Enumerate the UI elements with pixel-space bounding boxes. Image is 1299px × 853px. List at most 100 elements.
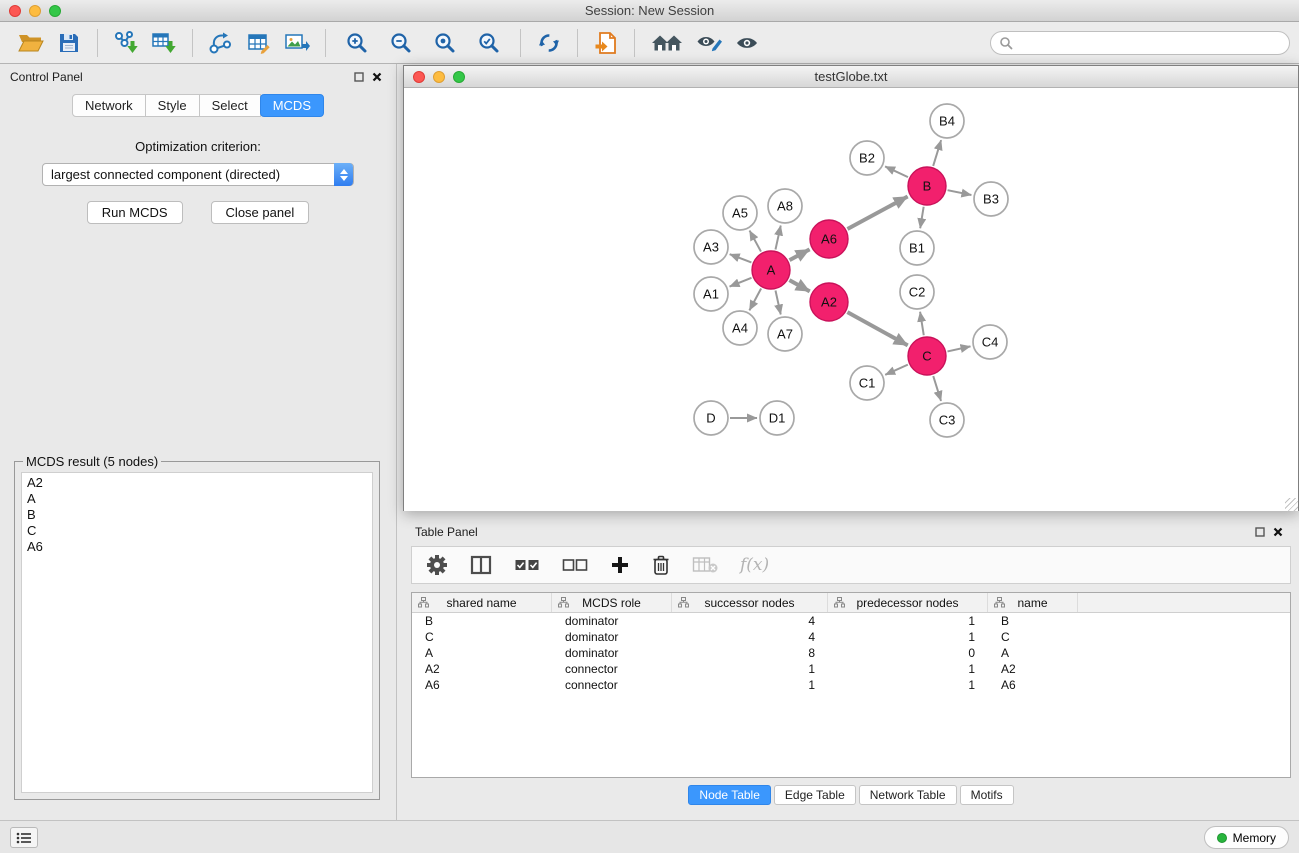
mcds-result-item[interactable]: A [27, 491, 367, 507]
edge-C-C2[interactable] [920, 312, 924, 335]
node-A2[interactable]: A2 [810, 283, 848, 321]
node-A4[interactable]: A4 [723, 311, 757, 345]
edge-A-A6[interactable] [790, 249, 810, 260]
memory-button[interactable]: Memory [1204, 826, 1289, 849]
float-table-panel-button[interactable] [1251, 525, 1269, 539]
close-panel-button[interactable] [368, 70, 386, 84]
node-B2[interactable]: B2 [850, 141, 884, 175]
node-A6[interactable]: A6 [810, 220, 848, 258]
open-file-button[interactable] [12, 25, 50, 61]
select-all-checks-button[interactable] [514, 558, 540, 572]
table-row[interactable]: Bdominator41B [412, 613, 1290, 629]
edge-C-C3[interactable] [933, 376, 941, 401]
node-C3[interactable]: C3 [930, 403, 964, 437]
edge-B-B2[interactable] [885, 166, 908, 177]
node-C[interactable]: C [908, 337, 946, 375]
edge-A-A3[interactable] [730, 254, 752, 262]
node-A3[interactable]: A3 [694, 230, 728, 264]
edit-table-button[interactable] [240, 25, 278, 61]
new-network-button[interactable] [202, 25, 240, 61]
optimization-select[interactable]: largest connected component (directed) [42, 163, 354, 186]
tab-network-table[interactable]: Network Table [859, 785, 957, 805]
tab-node-table[interactable]: Node Table [688, 785, 771, 805]
zoom-fit-button[interactable] [423, 25, 467, 61]
home-views-button[interactable] [644, 25, 690, 61]
zoom-out-button[interactable] [379, 25, 423, 61]
mcds-result-item[interactable]: A2 [27, 475, 367, 491]
node-D1[interactable]: D1 [760, 401, 794, 435]
edge-A-A4[interactable] [749, 289, 761, 311]
table-row[interactable]: Cdominator41C [412, 629, 1290, 645]
node-A7[interactable]: A7 [768, 317, 802, 351]
edge-A2-C[interactable] [847, 312, 907, 345]
node-A1[interactable]: A1 [694, 277, 728, 311]
node-B3[interactable]: B3 [974, 182, 1008, 216]
edge-B-B1[interactable] [920, 207, 923, 229]
mcds-result-item[interactable]: A6 [27, 539, 367, 555]
edge-B-B4[interactable] [933, 140, 941, 166]
zoom-in-button[interactable] [335, 25, 379, 61]
zoom-window-button[interactable] [49, 5, 61, 17]
delete-row-button[interactable] [652, 554, 670, 576]
function-builder-button[interactable]: f(x) [740, 555, 769, 575]
table-settings-button[interactable] [426, 554, 448, 576]
node-B1[interactable]: B1 [900, 231, 934, 265]
window-resize-grip[interactable] [1285, 498, 1298, 511]
edge-A-A2[interactable] [789, 280, 809, 291]
node-C4[interactable]: C4 [973, 325, 1007, 359]
close-panel-action-button[interactable]: Close panel [211, 201, 310, 224]
table-row[interactable]: A2connector11A2 [412, 661, 1290, 677]
edge-A-A1[interactable] [730, 278, 752, 287]
column-header-name[interactable]: name [988, 593, 1078, 612]
tab-style[interactable]: Style [145, 94, 200, 117]
minimize-window-button[interactable] [29, 5, 41, 17]
table-row[interactable]: A6connector11A6 [412, 677, 1290, 693]
float-panel-button[interactable] [350, 70, 368, 84]
eye-button[interactable] [728, 25, 766, 61]
task-history-button[interactable] [10, 827, 38, 848]
zoom-selected-button[interactable] [467, 25, 511, 61]
tab-mcds[interactable]: MCDS [260, 94, 324, 117]
delete-table-button[interactable] [692, 556, 718, 574]
close-network-window-button[interactable] [413, 71, 425, 83]
node-D[interactable]: D [694, 401, 728, 435]
export-image-button[interactable] [278, 25, 316, 61]
zoom-network-window-button[interactable] [453, 71, 465, 83]
search-input[interactable] [1013, 36, 1281, 51]
mcds-result-item[interactable]: C [27, 523, 367, 539]
node-A[interactable]: A [752, 251, 790, 289]
edge-A-A8[interactable] [775, 226, 780, 250]
save-session-button[interactable] [50, 25, 88, 61]
eye-pen-button[interactable] [690, 25, 728, 61]
column-header-mcds-role[interactable]: MCDS role [552, 593, 672, 612]
edge-A6-B[interactable] [847, 196, 907, 229]
import-network-button[interactable] [107, 25, 145, 61]
add-row-button[interactable] [610, 555, 630, 575]
edge-A-A5[interactable] [750, 231, 761, 252]
network-window-titlebar[interactable]: testGlobe.txt [404, 66, 1298, 88]
node-B[interactable]: B [908, 167, 946, 205]
node-C2[interactable]: C2 [900, 275, 934, 309]
column-header-predecessor-nodes[interactable]: predecessor nodes [828, 593, 988, 612]
column-header-shared-name[interactable]: shared name [412, 593, 552, 612]
network-document-button[interactable] [587, 25, 625, 61]
import-table-button[interactable] [145, 25, 183, 61]
edge-C-C4[interactable] [947, 346, 970, 351]
tab-network[interactable]: Network [72, 94, 146, 117]
node-A8[interactable]: A8 [768, 189, 802, 223]
minimize-network-window-button[interactable] [433, 71, 445, 83]
network-canvas[interactable]: B4B2BB3A5A8A6A3B1AC2A1A2A4A7C4CC1C3DD1 [404, 88, 1298, 511]
clear-all-checks-button[interactable] [562, 558, 588, 572]
edge-B-B3[interactable] [948, 190, 972, 195]
refresh-view-button[interactable] [530, 25, 568, 61]
node-A5[interactable]: A5 [723, 196, 757, 230]
column-header-successor-nodes[interactable]: successor nodes [672, 593, 828, 612]
run-mcds-button[interactable]: Run MCDS [87, 201, 183, 224]
node-B4[interactable]: B4 [930, 104, 964, 138]
mcds-result-list[interactable]: A2ABCA6 [21, 472, 373, 793]
table-row[interactable]: Adominator80A [412, 645, 1290, 661]
tab-motifs[interactable]: Motifs [960, 785, 1014, 805]
edge-A-A7[interactable] [775, 291, 780, 315]
tab-select[interactable]: Select [199, 94, 261, 117]
mcds-result-item[interactable]: B [27, 507, 367, 523]
